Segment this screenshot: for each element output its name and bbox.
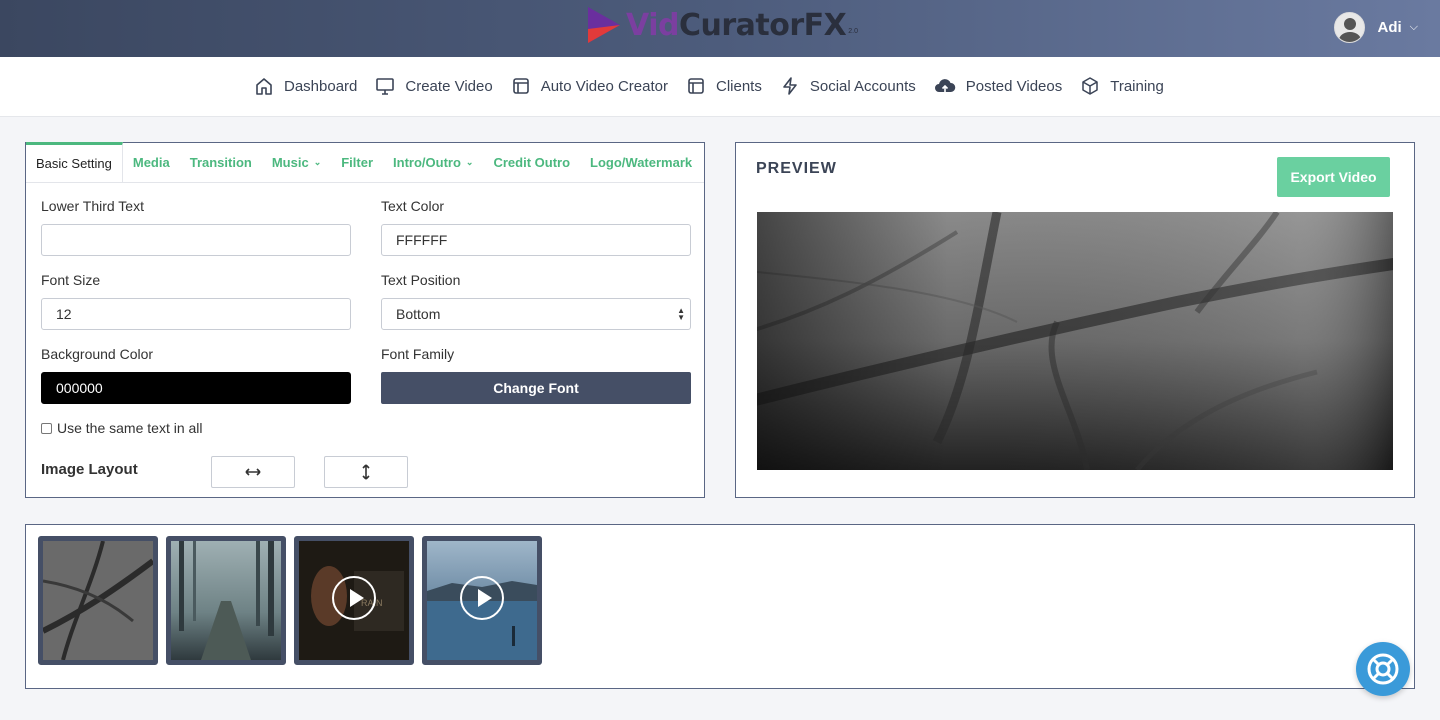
nav-label: Create Video [405,77,493,95]
font-size-input[interactable]: 12 [41,298,351,330]
user-name: Adi [1377,19,1402,36]
bg-color-input[interactable]: 000000 [41,372,351,404]
text-color-input[interactable]: FFFFFF [381,224,691,256]
cloud-upload-icon [934,79,956,92]
font-size-value: 12 [56,306,72,322]
lower-third-input[interactable] [41,224,351,256]
bg-color-label: Background Color [41,346,154,362]
tab-label: Transition [189,155,252,170]
nav-item-create-video[interactable]: Create Video [375,76,493,96]
chevron-down-icon[interactable]: ⌵ [1410,21,1418,34]
app-logo[interactable]: VidCuratorFX 2.0 [586,5,858,45]
logo-mark-icon [588,7,620,43]
layout-horizontal-button[interactable] [211,456,295,488]
chevron-down-icon: ⌄ [313,157,322,167]
tab-logo-watermark[interactable]: Logo/Watermark [580,143,702,182]
export-video-button[interactable]: Export Video [1277,157,1390,197]
nav-item-auto-video-creator[interactable]: Auto Video Creator [511,76,668,96]
preview-image [757,212,1393,470]
arrows-horizontal-icon [245,468,261,476]
nav-label: Auto Video Creator [540,77,668,95]
nav-label: Social Accounts [809,77,916,95]
preview-panel: PREVIEW Export Video [735,142,1415,498]
tab-label: Filter [341,155,374,170]
main-nav: Dashboard Create Video Auto Video Creato… [0,57,1440,117]
same-text-label: Use the same text in all [57,420,203,436]
home-icon [256,78,272,95]
nav-label: Posted Videos [965,77,1063,95]
select-arrows-icon: ▲ ▼ [677,306,685,322]
preview-title: PREVIEW [756,160,837,177]
tab-label: Media [132,155,170,170]
top-bar: VidCuratorFX 2.0 Adi ⌵ [0,0,1440,57]
play-icon[interactable] [332,575,376,620]
tab-credit-outro[interactable]: Credit Outro [483,143,580,182]
monitor-icon [376,78,395,95]
lightning-icon [783,77,797,95]
nav-item-social-accounts[interactable]: Social Accounts [780,76,916,96]
logo-version: 2.0 [848,28,858,35]
text-position-label: Text Position [381,272,461,288]
bg-color-value: 000000 [56,380,103,396]
same-text-checkbox[interactable] [41,422,52,434]
layout-icon [512,78,529,94]
tab-filter[interactable]: Filter [331,143,383,182]
lower-third-label: Lower Third Text [41,198,144,214]
arrows-vertical-icon [362,464,370,480]
tab-label: Logo/Watermark [590,155,693,170]
media-thumbnail[interactable] [166,536,286,665]
help-button[interactable] [1356,642,1410,696]
logo-vid: Vid [626,7,679,43]
nav-item-posted-videos[interactable]: Posted Videos [934,76,1062,96]
media-thumbnail[interactable] [38,536,158,665]
tab-label: Intro/Outro [393,155,461,170]
media-thumbnail[interactable] [422,536,542,665]
logo-curator: Curator [678,7,804,43]
nav-label: Clients [716,77,762,95]
tab-media[interactable]: Media [123,143,180,182]
settings-tabs: Basic Setting Media Transition Music ⌄ Fi… [26,142,704,183]
nav-item-dashboard[interactable]: Dashboard [254,76,357,96]
play-icon[interactable] [460,575,504,620]
lifebuoy-icon [1367,653,1399,685]
tab-intro-outro[interactable]: Intro/Outro ⌄ [383,143,483,182]
tab-label: Basic Setting [36,156,112,171]
text-position-select[interactable]: Bottom ▲ ▼ [381,298,691,330]
layout-vertical-button[interactable] [324,456,408,488]
text-position-value: Bottom [396,306,441,322]
nav-label: Training [1110,77,1164,95]
logo-fx: FX [803,7,847,43]
tab-label: Music [271,155,309,170]
tab-transition[interactable]: Transition [180,143,262,182]
font-family-label: Font Family [381,346,455,362]
settings-panel: Basic Setting Media Transition Music ⌄ Fi… [25,142,705,498]
same-text-option[interactable]: Use the same text in all [41,420,203,436]
text-color-value: FFFFFF [396,232,448,248]
tab-label: Credit Outro [493,155,571,170]
nav-label: Dashboard [284,77,358,95]
font-size-label: Font Size [41,272,101,288]
text-color-label: Text Color [381,198,445,214]
tab-basic-setting[interactable]: Basic Setting [26,142,123,182]
user-menu[interactable]: Adi ⌵ [1334,12,1418,43]
chevron-down-icon: ⌄ [465,157,474,167]
nav-item-training[interactable]: Training [1080,76,1164,96]
tab-music[interactable]: Music ⌄ [262,143,331,182]
media-strip: RAIN [25,524,1415,689]
nav-item-clients[interactable]: Clients [686,76,762,96]
change-font-button[interactable]: Change Font [381,372,691,404]
avatar[interactable] [1334,12,1366,43]
box-icon [1082,77,1098,95]
image-layout-label: Image Layout [41,461,138,478]
layout-icon [688,78,704,94]
media-thumbnail[interactable]: RAIN [294,536,414,665]
